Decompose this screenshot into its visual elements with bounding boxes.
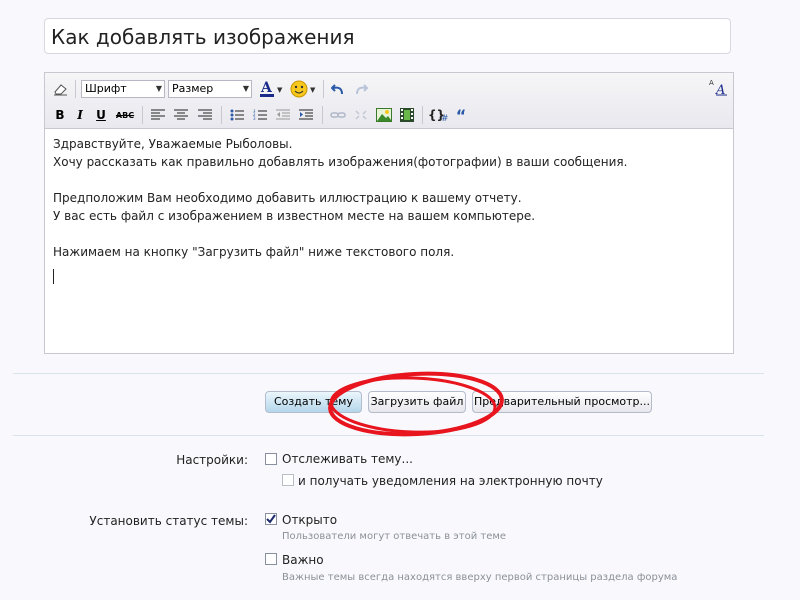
outdent-icon[interactable] (273, 106, 293, 124)
toolbar-separator (322, 106, 323, 124)
svg-text:A: A (709, 79, 714, 87)
status-label: Установить статус темы: (89, 514, 248, 528)
bold-icon[interactable]: B (51, 106, 69, 124)
email-notify-label[interactable]: и получать уведомления на электронную по… (298, 474, 603, 488)
thread-title-input[interactable]: Как добавлять изображения (44, 18, 731, 54)
align-right-icon[interactable] (195, 106, 215, 124)
insert-image-icon[interactable] (374, 106, 394, 124)
editor-toolbar: Шрифт ▼ Размер ▼ A ▼ ▼ AA B I U ABC 1 2 … (45, 73, 733, 129)
important-label[interactable]: Важно (282, 553, 324, 567)
indent-icon[interactable] (296, 106, 316, 124)
align-left-icon[interactable] (148, 106, 168, 124)
toolbar-separator (323, 80, 324, 98)
editor-line: Хочу рассказать как правильно добавлять … (53, 155, 628, 169)
svg-text:3: 3 (253, 116, 256, 121)
code-icon[interactable]: {} # (427, 106, 451, 124)
watch-thread-label[interactable]: Отслеживать тему... (282, 452, 413, 466)
size-select-label: Размер (172, 82, 214, 95)
rich-text-editor[interactable]: Шрифт ▼ Размер ▼ A ▼ ▼ AA B I U ABC 1 2 … (44, 72, 734, 354)
size-select[interactable]: Размер ▼ (168, 80, 252, 98)
editor-content[interactable]: Здравствуйте, Уважаемые Рыболовы. Хочу р… (53, 135, 627, 261)
watch-thread-checkbox[interactable] (265, 453, 277, 465)
strikethrough-icon[interactable]: ABC (113, 106, 137, 124)
chevron-down-icon: ▼ (242, 84, 249, 93)
align-center-icon[interactable] (171, 106, 191, 124)
link-icon[interactable] (328, 106, 348, 124)
toolbar-separator (142, 106, 143, 124)
toolbar-separator (221, 106, 222, 124)
unlink-icon[interactable] (351, 106, 371, 124)
eraser-icon[interactable] (51, 80, 71, 98)
editor-line: У вас есть файл с изображением в известн… (53, 209, 536, 223)
smiley-icon[interactable]: ▼ (289, 80, 319, 98)
numbered-list-icon[interactable]: 123 (250, 106, 270, 124)
undo-icon[interactable] (328, 80, 348, 98)
checkmark-icon (266, 514, 276, 524)
font-select[interactable]: Шрифт ▼ (81, 80, 165, 98)
text-caret (53, 269, 54, 284)
svg-text:▼: ▼ (277, 86, 283, 94)
toolbar-separator (75, 80, 76, 98)
toggle-wysiwyg-icon[interactable]: AA (708, 78, 728, 97)
open-checkbox[interactable] (265, 513, 277, 525)
settings-label: Настройки: (176, 453, 248, 467)
quote-icon[interactable]: “ (451, 106, 471, 125)
italic-icon[interactable]: I (71, 106, 89, 124)
important-checkbox[interactable] (265, 553, 277, 565)
underline-icon[interactable]: U (92, 106, 110, 124)
svg-text:▼: ▼ (310, 86, 316, 94)
email-notify-checkbox[interactable] (282, 474, 294, 486)
text-color-button[interactable]: A ▼ (258, 80, 286, 98)
open-hint: Пользователи могут отвечать в этой теме (282, 531, 507, 542)
editor-line: Здравствуйте, Уважаемые Рыболовы. (53, 137, 293, 151)
chevron-down-icon: ▼ (155, 84, 162, 93)
insert-media-icon[interactable] (397, 106, 417, 124)
svg-text:A: A (260, 80, 273, 96)
editor-line: Предположим Вам необходимо добавить иллю… (53, 191, 522, 205)
editor-line: Нажимаем на кнопку "Загрузить файл" ниже… (53, 245, 455, 259)
svg-text:#: # (441, 114, 449, 122)
font-select-label: Шрифт (85, 82, 127, 95)
important-hint: Важные темы всегда находятся вверху перв… (282, 572, 678, 583)
toolbar-separator (422, 106, 423, 124)
bullet-list-icon[interactable] (227, 106, 247, 124)
highlight-annotation (328, 371, 504, 437)
thread-title-text: Как добавлять изображения (51, 25, 355, 49)
open-label[interactable]: Открыто (282, 513, 337, 527)
redo-icon[interactable] (351, 80, 371, 98)
